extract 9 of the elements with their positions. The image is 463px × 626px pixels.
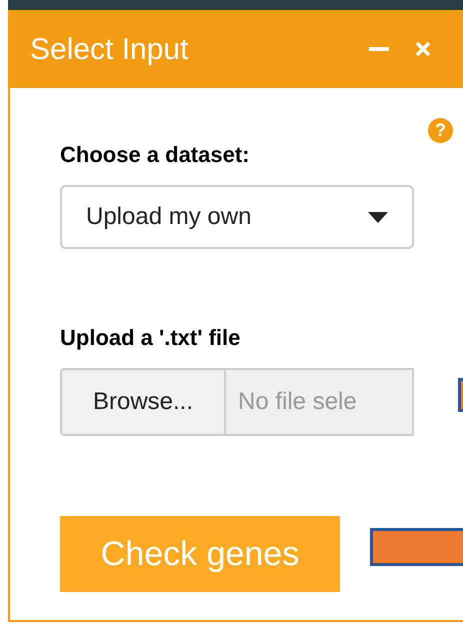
dataset-label: Choose a dataset: bbox=[60, 141, 250, 169]
file-field[interactable]: No file sele bbox=[226, 368, 414, 436]
panel-title: Select Input bbox=[30, 32, 190, 68]
upload-label: Upload a '.txt' file bbox=[60, 324, 242, 352]
minimize-icon[interactable] bbox=[369, 46, 389, 52]
dataset-select[interactable]: Upload my own bbox=[60, 185, 414, 249]
caret-icon bbox=[368, 212, 388, 222]
close-icon[interactable] bbox=[415, 41, 431, 57]
browse-button[interactable]: Browse... bbox=[60, 368, 226, 436]
